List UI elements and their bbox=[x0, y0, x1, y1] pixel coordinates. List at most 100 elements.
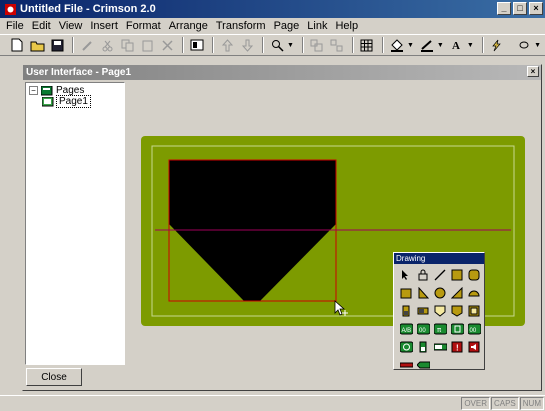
child-title-bar: User Interface - Page1 × bbox=[23, 65, 541, 80]
menu-insert[interactable]: Insert bbox=[86, 20, 122, 32]
status-bar: OVER CAPS NUM bbox=[0, 395, 545, 411]
lock-tool-icon[interactable] bbox=[415, 267, 431, 283]
square-tool-icon[interactable] bbox=[398, 285, 414, 301]
numeric-tool-icon[interactable]: 00 bbox=[415, 321, 431, 337]
minimize-button[interactable]: _ bbox=[497, 2, 511, 15]
status-over: OVER bbox=[461, 397, 490, 410]
svg-text:A/B: A/B bbox=[401, 328, 411, 334]
grid-icon[interactable] bbox=[358, 36, 376, 54]
menu-format[interactable]: Format bbox=[122, 20, 165, 32]
close-button[interactable]: Close bbox=[26, 368, 82, 386]
page-tree: − Pages Page1 bbox=[25, 82, 125, 365]
open-folder-icon[interactable] bbox=[28, 36, 46, 54]
line-color-dropdown-icon[interactable]: ▼ bbox=[437, 42, 444, 49]
window-title: Untitled File - Crimson 2.0 bbox=[20, 3, 156, 15]
tree-label-page1: Page1 bbox=[56, 95, 91, 108]
meter-tool-icon[interactable] bbox=[415, 339, 431, 355]
menu-transform[interactable]: Transform bbox=[212, 20, 270, 32]
text-color-icon[interactable]: A bbox=[448, 36, 466, 54]
group-icon[interactable] bbox=[308, 36, 326, 54]
menu-view[interactable]: View bbox=[55, 20, 87, 32]
app-window: Untitled File - Crimson 2.0 _ □ × File E… bbox=[0, 0, 545, 411]
wedge-tool-icon[interactable] bbox=[449, 285, 465, 301]
rectangle-tool-icon[interactable] bbox=[449, 267, 465, 283]
toolbar-separator bbox=[381, 37, 384, 53]
rounded-rect-tool-icon[interactable] bbox=[466, 267, 482, 283]
overflow-dropdown-icon[interactable]: ▼ bbox=[534, 42, 541, 49]
ellipse-tool-icon[interactable] bbox=[432, 285, 448, 301]
palette-title: Drawing bbox=[394, 253, 484, 264]
svg-text:A: A bbox=[452, 40, 460, 52]
properties-icon[interactable] bbox=[188, 36, 206, 54]
alarm-tool-icon[interactable]: ! bbox=[449, 339, 465, 355]
zoom-icon[interactable] bbox=[268, 36, 286, 54]
toolbar-separator bbox=[182, 37, 184, 53]
tree-node-pages[interactable]: − Pages bbox=[29, 85, 84, 96]
crimson-app-icon bbox=[3, 2, 17, 16]
triangle-tool-icon[interactable] bbox=[415, 285, 431, 301]
toolbar-separator bbox=[72, 37, 74, 53]
status-num: NUM bbox=[519, 397, 544, 410]
toolbar-separator bbox=[301, 37, 304, 53]
menu-link[interactable]: Link bbox=[303, 20, 331, 32]
toolbar: ▼ ▼ ▼ A ▼ ▼ bbox=[0, 34, 545, 56]
text-color-dropdown-icon[interactable]: ▼ bbox=[467, 42, 474, 49]
close-window-button[interactable]: × bbox=[529, 2, 543, 15]
child-window-title: User Interface - Page1 bbox=[26, 67, 132, 78]
ungroup-icon[interactable] bbox=[328, 36, 346, 54]
svg-text:00: 00 bbox=[419, 328, 426, 334]
title-bar: Untitled File - Crimson 2.0 _ □ × bbox=[0, 0, 545, 18]
bring-forward-icon[interactable] bbox=[218, 36, 236, 54]
tree-node-page1[interactable]: Page1 bbox=[42, 95, 91, 108]
status-caps: CAPS bbox=[490, 397, 519, 410]
tag-tool-icon[interactable] bbox=[415, 357, 431, 373]
frame-tool-icon[interactable] bbox=[466, 303, 482, 319]
toolbar-separator bbox=[351, 37, 354, 53]
bar-tool-icon[interactable] bbox=[415, 303, 431, 319]
send-backward-icon[interactable] bbox=[238, 36, 256, 54]
menu-help[interactable]: Help bbox=[331, 20, 362, 32]
line-tool-icon[interactable] bbox=[432, 267, 448, 283]
hbar-tool-icon[interactable] bbox=[432, 339, 448, 355]
menu-bar: File Edit View Insert Format Arrange Tra… bbox=[0, 18, 545, 34]
copy-icon[interactable] bbox=[118, 36, 136, 54]
page-icon bbox=[42, 96, 54, 106]
menu-page[interactable]: Page bbox=[270, 20, 304, 32]
time-tool-icon[interactable]: 00 bbox=[466, 321, 482, 337]
new-file-icon[interactable] bbox=[8, 36, 26, 54]
pages-folder-icon bbox=[41, 85, 53, 95]
lightning-icon[interactable] bbox=[488, 36, 506, 54]
line-color-icon[interactable] bbox=[418, 36, 436, 54]
delete-icon[interactable] bbox=[158, 36, 176, 54]
zoom-dropdown-icon[interactable]: ▼ bbox=[287, 42, 294, 49]
fill-color-dropdown-icon[interactable]: ▼ bbox=[407, 42, 414, 49]
child-close-icon[interactable]: × bbox=[527, 66, 539, 77]
pentagon-tool-icon[interactable] bbox=[449, 303, 465, 319]
button-tool-icon[interactable] bbox=[398, 357, 414, 373]
drawing-palette: Drawing A/B 00 π 00 ! bbox=[393, 252, 485, 370]
tank-tool-icon[interactable] bbox=[398, 303, 414, 319]
paste-icon[interactable] bbox=[138, 36, 156, 54]
abc-text-tool-icon[interactable]: A/B bbox=[398, 321, 414, 337]
menu-edit[interactable]: Edit bbox=[28, 20, 55, 32]
svg-text:00: 00 bbox=[469, 328, 476, 334]
clock-tool-icon[interactable] bbox=[398, 339, 414, 355]
svg-text:!: ! bbox=[456, 344, 459, 353]
speaker-tool-icon[interactable] bbox=[466, 339, 482, 355]
tree-label-pages: Pages bbox=[56, 85, 85, 96]
toolbar-separator bbox=[212, 37, 214, 53]
pointer-tool-icon[interactable] bbox=[398, 267, 414, 283]
cut-icon[interactable] bbox=[98, 36, 116, 54]
overflow-icon[interactable] bbox=[515, 36, 533, 54]
menu-file[interactable]: File bbox=[2, 20, 28, 32]
bracket-tool-icon[interactable] bbox=[449, 321, 465, 337]
collapse-icon[interactable]: − bbox=[29, 86, 38, 95]
shield-tool-icon[interactable] bbox=[432, 303, 448, 319]
half-circle-tool-icon[interactable] bbox=[466, 285, 482, 301]
fill-color-icon[interactable] bbox=[388, 36, 406, 54]
pencil-icon[interactable] bbox=[78, 36, 96, 54]
menu-arrange[interactable]: Arrange bbox=[165, 20, 212, 32]
maximize-button[interactable]: □ bbox=[513, 2, 527, 15]
save-icon[interactable] bbox=[48, 36, 66, 54]
pi-tool-icon[interactable]: π bbox=[432, 321, 448, 337]
